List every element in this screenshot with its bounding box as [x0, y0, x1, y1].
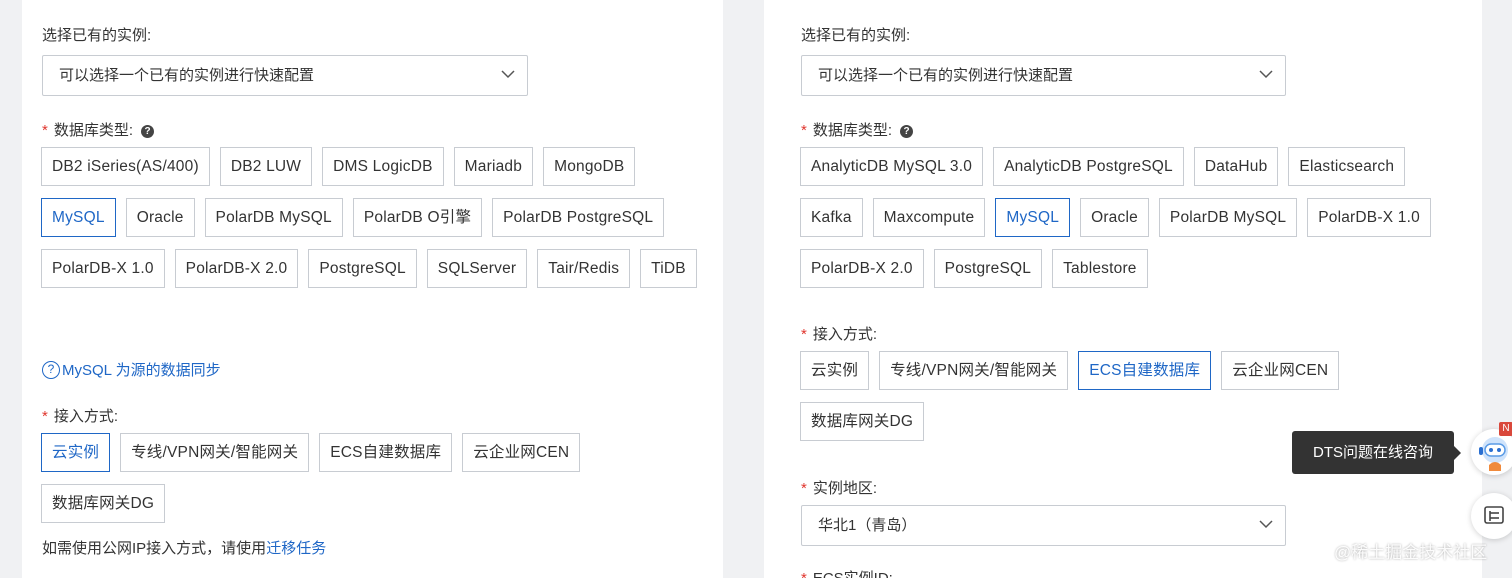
feedback-button[interactable]	[1471, 493, 1512, 539]
required-mark: *	[801, 480, 807, 497]
existing-instance-placeholder: 可以选择一个已有的实例进行快速配置	[59, 67, 315, 84]
notification-badge: N	[1499, 422, 1512, 436]
access-method-option-1[interactable]: 云实例	[41, 433, 111, 472]
chevron-down-icon	[501, 70, 515, 79]
region-select[interactable]: 华北1（青岛）	[801, 505, 1286, 546]
db-type-option-8[interactable]: Oracle	[1080, 198, 1149, 237]
db-type-option-6[interactable]: MySQL	[41, 198, 116, 237]
public-ip-note: 如需使用公网IP接入方式，请使用迁移任务	[42, 537, 326, 558]
db-type-option-10[interactable]: PolarDB PostgreSQL	[492, 198, 665, 237]
access-method-option-2[interactable]: 专线/VPN网关/智能网关	[120, 433, 310, 472]
db-type-option-12[interactable]: PolarDB-X 2.0	[174, 249, 299, 288]
db-type-option-4[interactable]: Mariadb	[453, 147, 534, 186]
access-method-label-text: 接入方式:	[812, 326, 878, 343]
help-icon[interactable]: ?	[900, 125, 914, 138]
db-type-option-15[interactable]: Tair/Redis	[537, 249, 631, 288]
db-type-option-11[interactable]: PolarDB-X 1.0	[41, 249, 165, 288]
db-type-option-13[interactable]: PostgreSQL	[308, 249, 417, 288]
db-type-option-10[interactable]: PolarDB-X 1.0	[1307, 198, 1431, 237]
db-type-option-2[interactable]: DB2 LUW	[219, 147, 313, 186]
db-type-option-4[interactable]: Elasticsearch	[1288, 147, 1406, 186]
db-type-option-7[interactable]: MySQL	[995, 198, 1071, 237]
access-method-label: * 接入方式:	[801, 323, 877, 344]
question-circle-icon: ?	[42, 360, 60, 379]
db-type-option-2[interactable]: AnalyticDB PostgreSQL	[993, 147, 1184, 186]
region-label-text: 实例地区:	[812, 480, 878, 497]
access-method-option-4[interactable]: 云企业网CEN	[462, 433, 581, 472]
access-method-option-3[interactable]: ECS自建数据库	[319, 433, 453, 472]
db-type-label: * 数据库类型:?	[42, 119, 155, 140]
db-type-label-text: 数据库类型:	[812, 122, 893, 139]
db-type-label: * 数据库类型:?	[801, 119, 914, 140]
existing-instance-label: 选择已有的实例:	[801, 27, 911, 44]
public-ip-note-text: 如需使用公网IP接入方式，请使用	[42, 540, 267, 557]
access-method-option-2[interactable]: 专线/VPN网关/智能网关	[879, 351, 1069, 390]
db-type-options: AnalyticDB MySQL 3.0 AnalyticDB PostgreSQ…	[800, 147, 1460, 288]
watermark: @稀土掘金技术社区	[1334, 543, 1488, 562]
mysql-sync-link-text: MySQL 为源的数据同步	[62, 362, 221, 379]
existing-instance-placeholder: 可以选择一个已有的实例进行快速配置	[818, 67, 1074, 84]
existing-instance-select[interactable]: 可以选择一个已有的实例进行快速配置	[801, 55, 1286, 96]
access-method-option-4[interactable]: 云企业网CEN	[1221, 351, 1340, 390]
migration-task-link[interactable]: 迁移任务	[266, 540, 326, 557]
chevron-down-icon	[1259, 70, 1273, 79]
access-method-options: 云实例 专线/VPN网关/智能网关 ECS自建数据库 云企业网CEN 数据库网关DG	[800, 351, 1360, 441]
ecs-instance-label-text: ECS实例ID:	[813, 570, 893, 578]
db-type-option-1[interactable]: AnalyticDB MySQL 3.0	[800, 147, 984, 186]
consult-tooltip: DTS问题在线咨询	[1292, 431, 1461, 474]
required-mark: *	[42, 408, 48, 425]
required-mark: *	[42, 122, 48, 139]
ecs-instance-label: * ECS实例ID:	[801, 567, 893, 578]
access-method-option-5[interactable]: 数据库网关DG	[800, 402, 925, 441]
db-type-option-1[interactable]: DB2 iSeries(AS/400)	[41, 147, 210, 186]
required-mark: *	[801, 326, 807, 343]
db-type-option-13[interactable]: Tablestore	[1052, 249, 1148, 288]
access-method-label-text: 接入方式:	[53, 408, 119, 425]
required-mark: *	[801, 122, 807, 139]
db-type-options: DB2 iSeries(AS/400) DB2 LUW DMS LogicDB Mar…	[41, 147, 701, 288]
db-type-option-14[interactable]: SQLServer	[426, 249, 528, 288]
db-type-option-3[interactable]: DataHub	[1193, 147, 1279, 186]
db-type-label-text: 数据库类型:	[53, 122, 134, 139]
required-mark: *	[801, 570, 807, 578]
access-method-options: 云实例 专线/VPN网关/智能网关 ECS自建数据库 云企业网CEN 数据库网关DG	[41, 433, 601, 523]
db-type-option-9[interactable]: PolarDB MySQL	[1158, 198, 1298, 237]
chevron-down-icon	[1259, 520, 1273, 529]
db-type-option-8[interactable]: PolarDB MySQL	[204, 198, 343, 237]
db-type-option-7[interactable]: Oracle	[125, 198, 195, 237]
db-type-option-5[interactable]: Kafka	[800, 198, 863, 237]
right-config-panel: 选择已有的实例: 可以选择一个已有的实例进行快速配置 * 数据库类型:? Anal…	[764, 0, 1482, 578]
left-config-panel: 选择已有的实例: 可以选择一个已有的实例进行快速配置 * 数据库类型:? DB2 …	[22, 0, 723, 578]
db-type-option-3[interactable]: DMS LogicDB	[322, 147, 444, 186]
db-type-option-16[interactable]: TiDB	[640, 249, 697, 288]
existing-instance-label: 选择已有的实例:	[42, 27, 152, 44]
db-type-option-12[interactable]: PostgreSQL	[933, 249, 1043, 288]
db-type-option-9[interactable]: PolarDB O引擎	[352, 198, 483, 237]
access-method-option-1[interactable]: 云实例	[800, 351, 870, 390]
existing-instance-select[interactable]: 可以选择一个已有的实例进行快速配置	[42, 55, 528, 96]
region-label: * 实例地区:	[801, 477, 877, 498]
mysql-sync-link[interactable]: ? MySQL 为源的数据同步	[42, 359, 221, 380]
access-method-label: * 接入方式:	[42, 405, 118, 426]
region-value: 华北1（青岛）	[818, 517, 917, 534]
db-type-option-11[interactable]: PolarDB-X 2.0	[800, 249, 924, 288]
access-method-option-5[interactable]: 数据库网关DG	[41, 484, 166, 523]
db-type-option-5[interactable]: MongoDB	[543, 147, 636, 186]
db-type-option-6[interactable]: Maxcompute	[872, 198, 986, 237]
access-method-option-3[interactable]: ECS自建数据库	[1078, 351, 1212, 390]
feedback-icon	[1484, 506, 1504, 524]
help-icon[interactable]: ?	[141, 125, 155, 138]
